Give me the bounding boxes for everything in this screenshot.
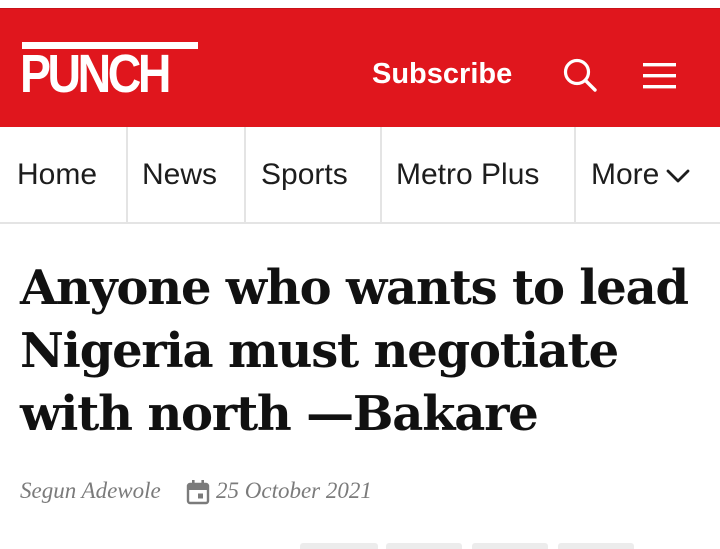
nav-divider: [244, 127, 246, 222]
author-link[interactable]: Segun Adewole: [20, 475, 161, 507]
punch-logo[interactable]: PUNCH: [20, 42, 198, 104]
nav-item-news[interactable]: News: [142, 127, 217, 222]
logo-text: PUNCH: [20, 44, 171, 104]
main-nav: Home News Sports Metro Plus More: [0, 127, 720, 224]
share-button[interactable]: [300, 543, 378, 549]
nav-divider: [574, 127, 576, 222]
nav-item-metro-plus[interactable]: Metro Plus: [396, 127, 539, 222]
top-strip: [0, 0, 720, 8]
search-button[interactable]: [560, 55, 600, 95]
hamburger-menu-icon: [643, 63, 676, 89]
search-icon: [563, 58, 597, 92]
nav-divider: [126, 127, 128, 222]
nav-item-home[interactable]: Home: [17, 127, 97, 222]
subscribe-button[interactable]: Subscribe: [372, 54, 512, 94]
calendar-icon: [186, 480, 210, 505]
nav-item-more[interactable]: More: [591, 127, 691, 222]
nav-divider: [380, 127, 382, 222]
share-button[interactable]: [558, 543, 634, 549]
share-button[interactable]: [386, 543, 462, 549]
publish-date: 25 October 2021: [216, 478, 372, 503]
nav-item-more-label: More: [591, 158, 660, 191]
nav-item-sports[interactable]: Sports: [261, 127, 348, 222]
share-button[interactable]: [472, 543, 548, 549]
site-header: PUNCH Subscribe: [0, 8, 720, 127]
article-headline: Anyone who wants to lead Nigeria must ne…: [20, 260, 689, 442]
chevron-down-icon: [666, 169, 690, 183]
menu-button[interactable]: [640, 55, 680, 95]
